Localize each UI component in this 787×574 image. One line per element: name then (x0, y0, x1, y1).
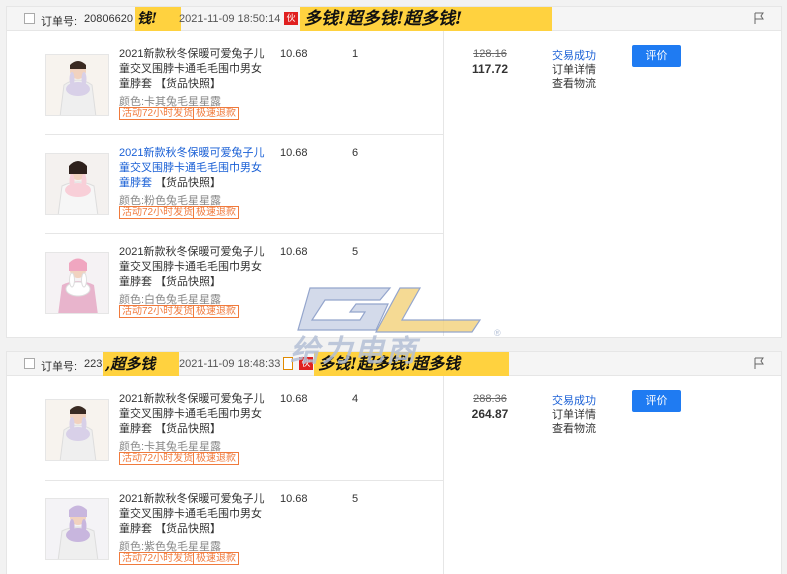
tag-72h-shipping: 活动72小时发货 (119, 452, 197, 465)
order-checkbox[interactable] (24, 358, 35, 369)
tag-72h-shipping: 活动72小时发货 (119, 206, 197, 219)
snapshot-link[interactable]: 【货品快照】 (155, 177, 221, 189)
product-image (46, 154, 108, 214)
product-title[interactable]: 2021新款秋冬保暖可爱兔子儿童交叉围脖卡通毛毛围巾男女童脖套 【货品快照】 (119, 245, 265, 290)
order-time: 2021-11-09 18:50:14 (179, 13, 281, 25)
unit-price: 10.68 (280, 493, 308, 505)
product-title[interactable]: 2021新款秋冬保暖可爱兔子儿童交叉围脖卡通毛毛围巾男女童脖套 【货品快照】 (119, 492, 265, 537)
order-card: 订单号: 2237 ,超多钱 2021-11-09 18:48:33 伙 多钱!… (6, 351, 782, 574)
sticker-overlay: ,超多钱 (103, 352, 179, 376)
column-divider (443, 31, 444, 336)
snapshot-link[interactable]: 【货品快照】 (155, 523, 221, 535)
tag-fast-refund: 极速退款 (193, 552, 239, 565)
watermark-text: 给力电商 (290, 334, 418, 369)
flag-icon[interactable] (753, 357, 765, 370)
snapshot-link[interactable]: 【货品快照】 (155, 423, 221, 435)
registered-mark: ® (494, 328, 501, 338)
product-title[interactable]: 2021新款秋冬保暖可爱兔子儿童交叉围脖卡通毛毛围巾男女童脖套 【货品快照】 (119, 146, 265, 191)
unit-price: 10.68 (280, 48, 308, 60)
product-title[interactable]: 2021新款秋冬保暖可爱兔子儿童交叉围脖卡通毛毛围巾男女童脖套 【货品快照】 (119, 47, 265, 92)
product-image (46, 55, 108, 115)
order-header: 订单号: 20806620 钱! 2021-11-09 18:50:14 伙 多… (7, 7, 781, 31)
product-thumbnail[interactable] (45, 252, 109, 314)
logistics-link[interactable]: 查看物流 (552, 75, 596, 91)
product-thumbnail[interactable] (45, 54, 109, 116)
product-title[interactable]: 2021新款秋冬保暖可爱兔子儿童交叉围脖卡通毛毛围巾男女童脖套 【货品快照】 (119, 392, 265, 437)
rate-button[interactable]: 评价 (632, 45, 681, 67)
order-number-value: 20806620 (84, 13, 133, 25)
tag-fast-refund: 极速退款 (193, 452, 239, 465)
product-image (46, 400, 108, 460)
product-image (46, 499, 108, 559)
unit-price: 10.68 (280, 393, 308, 405)
original-total: 128.16 (473, 48, 507, 60)
quantity: 6 (352, 147, 359, 159)
tag-72h-shipping: 活动72小时发货 (119, 305, 197, 318)
logistics-link[interactable]: 查看物流 (552, 420, 596, 436)
order-card: 订单号: 20806620 钱! 2021-11-09 18:50:14 伙 多… (6, 6, 782, 338)
row-divider (45, 233, 443, 234)
quantity: 5 (352, 246, 359, 258)
flag-icon[interactable] (753, 12, 765, 25)
quantity: 4 (352, 393, 359, 405)
original-total: 288.36 (473, 393, 507, 405)
order-time: 2021-11-09 18:48:33 (179, 358, 281, 370)
tag-fast-refund: 极速退款 (193, 107, 239, 120)
row-divider (45, 480, 443, 481)
order-total: 264.87 (471, 407, 509, 421)
order-list-page: 订单号: 20806620 钱! 2021-11-09 18:50:14 伙 多… (0, 0, 787, 574)
rate-button[interactable]: 评价 (632, 390, 681, 412)
sticker-banner: 多钱!超多钱!超多钱! (300, 7, 552, 31)
snapshot-link[interactable]: 【货品快照】 (155, 78, 221, 90)
tag-72h-shipping: 活动72小时发货 (119, 552, 197, 565)
tag-fast-refund: 极速退款 (193, 305, 239, 318)
quantity: 5 (352, 493, 359, 505)
shop-badge: 伙 (284, 12, 298, 25)
product-thumbnail[interactable] (45, 498, 109, 560)
order-number-label: 订单号: (41, 16, 78, 28)
sticker-overlay: 钱! (135, 7, 181, 31)
order-checkbox[interactable] (24, 13, 35, 24)
quantity: 1 (352, 48, 359, 60)
row-divider (45, 134, 443, 135)
order-number-label: 订单号: (41, 361, 78, 373)
snapshot-link[interactable]: 【货品快照】 (155, 276, 221, 288)
tag-72h-shipping: 活动72小时发货 (119, 107, 197, 120)
product-thumbnail[interactable] (45, 153, 109, 215)
unit-price: 10.68 (280, 246, 308, 258)
column-divider (443, 376, 444, 574)
product-thumbnail[interactable] (45, 399, 109, 461)
unit-price: 10.68 (280, 147, 308, 159)
order-total: 117.72 (471, 62, 509, 76)
tag-fast-refund: 极速退款 (193, 206, 239, 219)
product-image (46, 253, 108, 313)
